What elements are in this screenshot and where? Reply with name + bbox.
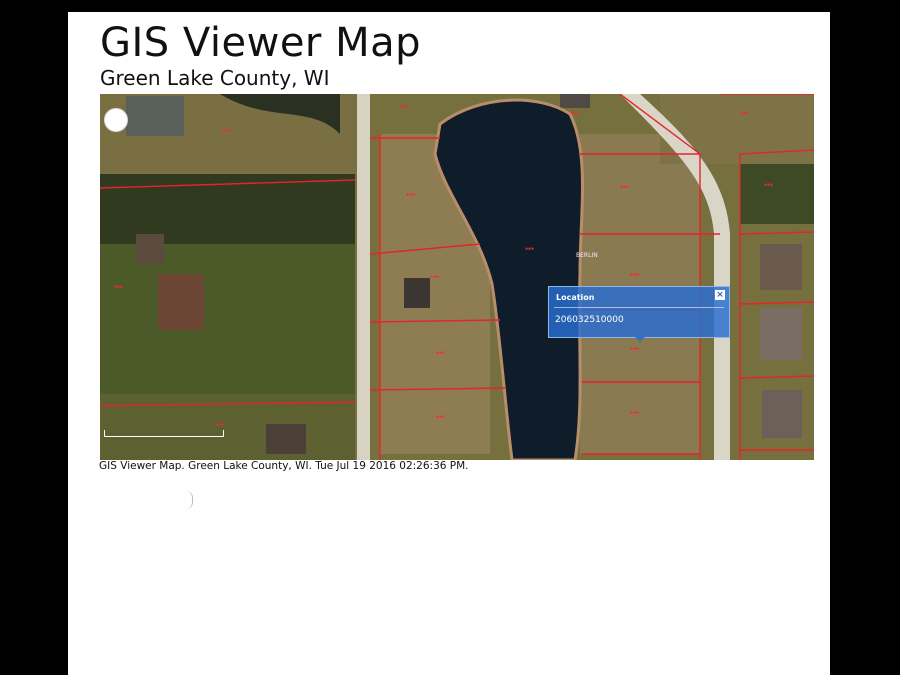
parcel-label: ▪▪▪ (630, 346, 640, 352)
map-caption: GIS Viewer Map. Green Lake County, WI. T… (99, 460, 469, 472)
zoom-circle-icon[interactable] (104, 108, 128, 132)
page-title: GIS Viewer Map (100, 20, 422, 66)
parcel-label: ▪▪▪ (436, 414, 446, 420)
parcel-label: ▪▪▪ (620, 184, 630, 190)
parcel-label: ▪▪▪ (406, 192, 416, 198)
parcel-label: ▪▪▪ (764, 182, 774, 188)
parcel-label: ▪▪▪ (114, 284, 124, 290)
parcel-label: ▪▪▪ (630, 272, 640, 278)
parcel-label: ▪▪▪ (216, 422, 226, 428)
popup-title: Location (556, 293, 595, 302)
popup-location-value[interactable]: 206032510000 (555, 315, 624, 325)
parcel-label: ▪▪▪ (436, 350, 446, 356)
parcel-label: ▪▪▪ (430, 274, 440, 280)
parcel-label: ▪▪▪ (740, 110, 750, 116)
scale-bar (104, 430, 224, 437)
location-popup[interactable]: Location × 206032510000 (548, 286, 730, 342)
street-label-berlin: BERLIN (576, 252, 598, 259)
page-subtitle: Green Lake County, WI (100, 66, 330, 90)
close-icon[interactable]: × (715, 290, 725, 300)
parcel-label: ▪▪▪ (222, 128, 232, 134)
parcel-label: ▪▪▪ (630, 410, 640, 416)
popup-divider (554, 307, 724, 308)
parcel-label: ▪▪▪ (400, 104, 410, 110)
popup-pointer (635, 337, 645, 342)
page-mark (186, 491, 193, 509)
parcel-label: ▪▪▪ (570, 110, 580, 116)
print-page: GIS Viewer Map Green Lake County, WI ▪▪▪… (68, 12, 830, 675)
map-imagery (100, 94, 814, 460)
parcel-label: ▪▪▪ (525, 246, 535, 252)
aerial-map[interactable]: ▪▪▪ ▪▪▪ ▪▪▪ ▪▪▪ ▪▪▪ ▪▪▪ ▪▪▪ ▪▪▪ ▪▪▪ ▪▪▪ … (100, 94, 814, 460)
